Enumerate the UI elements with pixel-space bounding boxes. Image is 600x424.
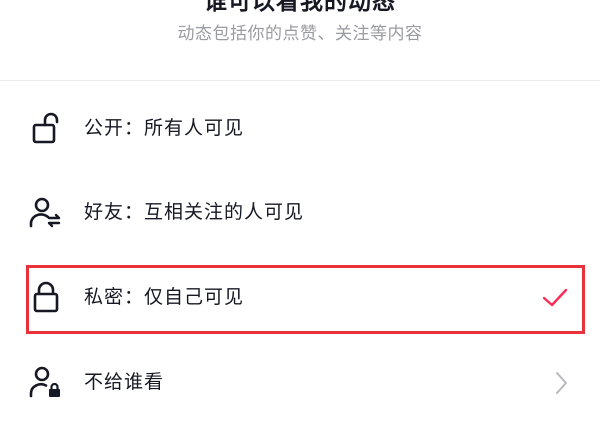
option-friends[interactable]: 好友：互相关注的人可见 (0, 170, 600, 254)
user-lock-icon (26, 362, 66, 402)
dialog-header: 谁可以看我的动态 动态包括你的点赞、关注等内容 (0, 0, 600, 80)
dialog-title: 谁可以看我的动态 (204, 0, 396, 15)
dialog-subtitle: 动态包括你的点赞、关注等内容 (177, 24, 423, 44)
checkmark-icon (540, 283, 570, 313)
option-exclude-label: 不给谁看 (84, 371, 165, 393)
option-private[interactable]: 私密：仅自己可见 (0, 255, 600, 339)
option-public[interactable]: 公开：所有人可见 (0, 86, 600, 170)
option-exclude[interactable]: 不给谁看 (0, 340, 600, 424)
option-private-label: 私密：仅自己可见 (84, 286, 245, 308)
unlocked-padlock-icon (26, 108, 66, 148)
mutual-friends-icon (26, 192, 66, 232)
option-friends-label: 好友：互相关注的人可见 (84, 201, 305, 223)
locked-padlock-icon (26, 277, 66, 317)
option-public-label: 公开：所有人可见 (84, 117, 245, 139)
chevron-right-icon (552, 368, 572, 398)
header-divider (0, 80, 600, 81)
